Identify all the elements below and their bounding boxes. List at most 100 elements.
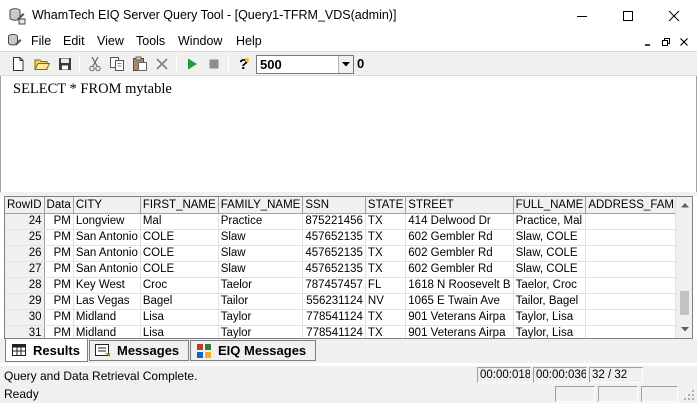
close-button[interactable] xyxy=(651,0,697,31)
child-close-button[interactable] xyxy=(676,35,692,49)
table-row[interactable]: 29 PM Las Vegas Bagel Tailor 556231124 NV 1065 … xyxy=(5,293,692,310)
table-cell[interactable]: 30 xyxy=(5,309,45,326)
table-cell[interactable]: PM xyxy=(44,293,74,310)
menu-window[interactable]: Window xyxy=(178,34,222,48)
table-cell[interactable]: San Antonio xyxy=(73,229,141,246)
table-cell[interactable]: Key West xyxy=(73,277,141,294)
table-cell[interactable]: 457652135 xyxy=(302,245,366,262)
table-cell[interactable]: Tailor, Bagel xyxy=(513,293,587,310)
column-header[interactable]: RowID xyxy=(5,197,45,214)
table-cell[interactable]: 24 xyxy=(5,213,45,230)
table-cell[interactable]: 414 Delwood Dr xyxy=(405,213,514,230)
table-cell[interactable]: NV xyxy=(365,293,407,310)
table-row[interactable]: 30 PM Midland Lisa Taylor 778541124 TX 901 Vete… xyxy=(5,309,692,326)
chevron-down-icon[interactable] xyxy=(338,56,353,73)
table-cell[interactable]: Taelor, Croc xyxy=(513,277,587,294)
table-row[interactable]: 25 PM San Antonio COLE Slaw 457652135 TX 602 Ge… xyxy=(5,229,692,246)
clear-icon[interactable] xyxy=(153,55,171,73)
tab-messages[interactable]: Messages xyxy=(89,340,189,361)
table-cell[interactable]: 25 xyxy=(5,229,45,246)
table-cell[interactable]: 1618 N Roosevelt B xyxy=(405,277,514,294)
table-cell[interactable]: Taelor xyxy=(218,277,304,294)
table-cell[interactable]: PM xyxy=(44,245,74,262)
table-cell[interactable]: TX xyxy=(365,309,407,326)
table-cell[interactable]: COLE xyxy=(140,245,219,262)
table-row[interactable]: 28 PM Key West Croc Taelor 787457457 FL 1618 N … xyxy=(5,277,692,294)
row-limit-select[interactable]: 500 xyxy=(256,55,354,74)
table-cell[interactable]: 875221456 xyxy=(302,213,366,230)
table-cell[interactable]: Slaw xyxy=(218,261,304,278)
table-cell[interactable]: PM xyxy=(44,213,74,230)
table-cell[interactable]: 27 xyxy=(5,261,45,278)
resize-grip-icon[interactable] xyxy=(683,389,695,401)
table-row[interactable]: 26 PM San Antonio COLE Slaw 457652135 TX 602 Ge… xyxy=(5,245,692,262)
table-cell[interactable]: PM xyxy=(44,277,74,294)
table-cell[interactable]: San Antonio xyxy=(73,261,141,278)
column-header[interactable]: STATE xyxy=(365,197,407,214)
child-restore-button[interactable] xyxy=(658,35,674,49)
table-cell[interactable]: Lisa xyxy=(140,309,219,326)
table-cell[interactable]: 778541124 xyxy=(302,325,366,338)
table-cell[interactable]: 457652135 xyxy=(302,261,366,278)
table-cell[interactable]: 901 Veterans Airpa xyxy=(405,325,514,338)
table-cell[interactable]: TX xyxy=(365,229,407,246)
scroll-up-icon[interactable] xyxy=(676,197,692,214)
table-cell[interactable]: 901 Veterans Airpa xyxy=(405,309,514,326)
table-cell[interactable]: Taylor xyxy=(218,325,304,338)
table-cell[interactable]: 1065 E Twain Ave xyxy=(405,293,514,310)
minimize-button[interactable] xyxy=(559,0,605,31)
table-cell[interactable]: TX xyxy=(365,213,407,230)
scroll-down-icon[interactable] xyxy=(676,321,692,338)
stop-icon[interactable] xyxy=(205,55,223,73)
table-cell[interactable]: TX xyxy=(365,261,407,278)
copy-icon[interactable] xyxy=(108,55,126,73)
table-cell[interactable]: 602 Gembler Rd xyxy=(405,245,514,262)
table-cell[interactable]: Bagel xyxy=(140,293,219,310)
table-cell[interactable]: Las Vegas xyxy=(73,293,141,310)
paste-icon[interactable] xyxy=(131,55,149,73)
results-grid[interactable]: RowID Data CITY FIRST_NAME FAMILY_NAME S… xyxy=(4,196,693,339)
table-cell[interactable]: 778541124 xyxy=(302,309,366,326)
tab-results[interactable]: Results xyxy=(5,339,88,362)
child-minimize-button[interactable] xyxy=(640,35,656,49)
table-cell[interactable]: 29 xyxy=(5,293,45,310)
database-icon[interactable] xyxy=(8,7,26,25)
new-icon[interactable] xyxy=(9,55,27,73)
open-icon[interactable] xyxy=(33,55,51,73)
table-cell[interactable]: 556231124 xyxy=(302,293,366,310)
table-cell[interactable]: 26 xyxy=(5,245,45,262)
table-cell[interactable]: San Antonio xyxy=(73,245,141,262)
column-header[interactable]: Data xyxy=(44,197,74,214)
vertical-scrollbar[interactable] xyxy=(675,197,692,338)
table-cell[interactable]: Practice, Mal xyxy=(513,213,587,230)
table-row[interactable]: 27 PM San Antonio COLE Slaw 457652135 TX 602 Ge… xyxy=(5,261,692,278)
column-header[interactable]: FULL_NAME xyxy=(513,197,587,214)
save-icon[interactable] xyxy=(56,55,74,73)
column-header[interactable]: STREET xyxy=(405,197,514,214)
table-cell[interactable]: PM xyxy=(44,261,74,278)
table-cell[interactable]: PM xyxy=(44,229,74,246)
query-document-icon[interactable] xyxy=(7,33,23,49)
column-header[interactable]: SSN xyxy=(302,197,366,214)
table-cell[interactable]: Taylor xyxy=(218,309,304,326)
table-cell[interactable]: Slaw, COLE xyxy=(513,229,587,246)
column-header[interactable]: FIRST_NAME xyxy=(140,197,219,214)
table-cell[interactable]: 457652135 xyxy=(302,229,366,246)
table-cell[interactable]: 31 xyxy=(5,325,45,338)
table-cell[interactable]: Slaw xyxy=(218,229,304,246)
cut-icon[interactable] xyxy=(86,55,104,73)
table-cell[interactable]: FL xyxy=(365,277,407,294)
table-cell[interactable]: 787457457 xyxy=(302,277,366,294)
table-cell[interactable]: Taylor, Lisa xyxy=(513,309,587,326)
table-cell[interactable]: Mal xyxy=(140,213,219,230)
menu-view[interactable]: View xyxy=(97,34,124,48)
table-cell[interactable]: Lisa xyxy=(140,325,219,338)
sql-editor[interactable]: SELECT * FROM mytable xyxy=(0,76,697,192)
table-cell[interactable]: Slaw, COLE xyxy=(513,261,587,278)
tab-eiq-messages[interactable]: EIQ Messages xyxy=(190,340,316,361)
menu-file[interactable]: File xyxy=(31,34,51,48)
table-cell[interactable]: Croc xyxy=(140,277,219,294)
column-header[interactable]: CITY xyxy=(73,197,141,214)
scroll-thumb[interactable] xyxy=(680,291,689,315)
table-cell[interactable]: TX xyxy=(365,245,407,262)
